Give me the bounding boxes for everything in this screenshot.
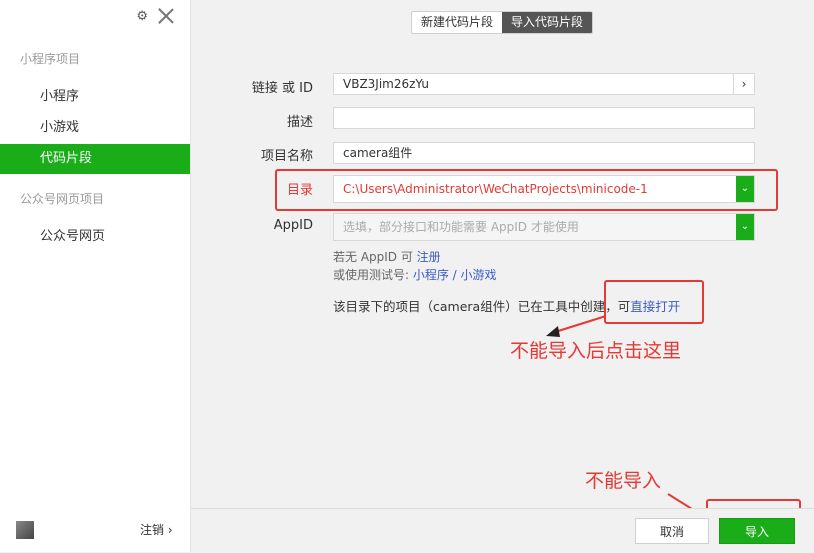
sidebar-item-code-snippet[interactable]: 代码片段 [0, 144, 190, 174]
tab-new-snippet[interactable]: 新建代码片段 [412, 12, 503, 33]
project-name-value: camera组件 [343, 146, 413, 160]
annotation-note-click-here: 不能导入后点击这里 [510, 340, 682, 362]
import-button[interactable]: 导入 [719, 518, 795, 544]
chevron-down-icon[interactable]: ⌄ [736, 214, 754, 240]
sidebar-item-miniprogram[interactable]: 小程序 [0, 82, 190, 112]
appid-input[interactable]: 选填，部分接口和功能需要 AppID 才能使用 ⌄ [333, 213, 755, 241]
avatar[interactable] [16, 521, 34, 539]
cancel-button[interactable]: 取消 [635, 518, 709, 544]
logout-button[interactable]: 注销 › [140, 521, 173, 538]
test-account-link[interactable]: 小程序 / 小游戏 [413, 268, 497, 282]
annotation-box-open-link [604, 280, 704, 324]
chevron-right-icon[interactable]: › [733, 74, 754, 94]
section-title-webpage: 公众号网页项目 [20, 192, 105, 206]
sidebar-item-webpage[interactable]: 公众号网页 [0, 222, 190, 252]
annotation-note-cannot-import: 不能导入 [585, 470, 662, 492]
sidebar-item-minigame[interactable]: 小游戏 [0, 113, 190, 143]
link-label: 链接 或 ID [251, 81, 313, 96]
project-name-input[interactable]: camera组件 [333, 142, 755, 164]
project-name-label: 项目名称 [260, 149, 313, 164]
annotation-box-directory [275, 169, 778, 211]
gear-icon[interactable]: ⚙ [136, 9, 148, 24]
tab-bar: 新建代码片段 导入代码片段 [411, 11, 594, 34]
desc-label: 描述 [286, 115, 313, 130]
description-input[interactable] [333, 107, 755, 129]
link-id-value: VBZ3Jim26zYu [343, 77, 429, 91]
appid-label: AppID [273, 218, 313, 233]
section-title-miniprogram: 小程序项目 [20, 52, 81, 66]
test-account-hint: 或使用测试号: 小程序 / 小游戏 [333, 268, 497, 282]
sidebar-top-icons: ⚙ [136, 8, 174, 24]
link-id-input[interactable]: VBZ3Jim26zYu › [333, 73, 755, 95]
appid-placeholder: 选填，部分接口和功能需要 AppID 才能使用 [343, 220, 579, 234]
sidebar: ⚙ 小程序项目 小程序 小游戏 代码片段 公众号网页项目 公众号网页 注销 › [0, 0, 191, 552]
tab-import-snippet[interactable]: 导入代码片段 [502, 12, 593, 33]
no-appid-hint: 若无 AppID 可 注册 [333, 250, 441, 264]
close-icon[interactable] [158, 8, 174, 24]
register-link[interactable]: 注册 [417, 250, 441, 264]
